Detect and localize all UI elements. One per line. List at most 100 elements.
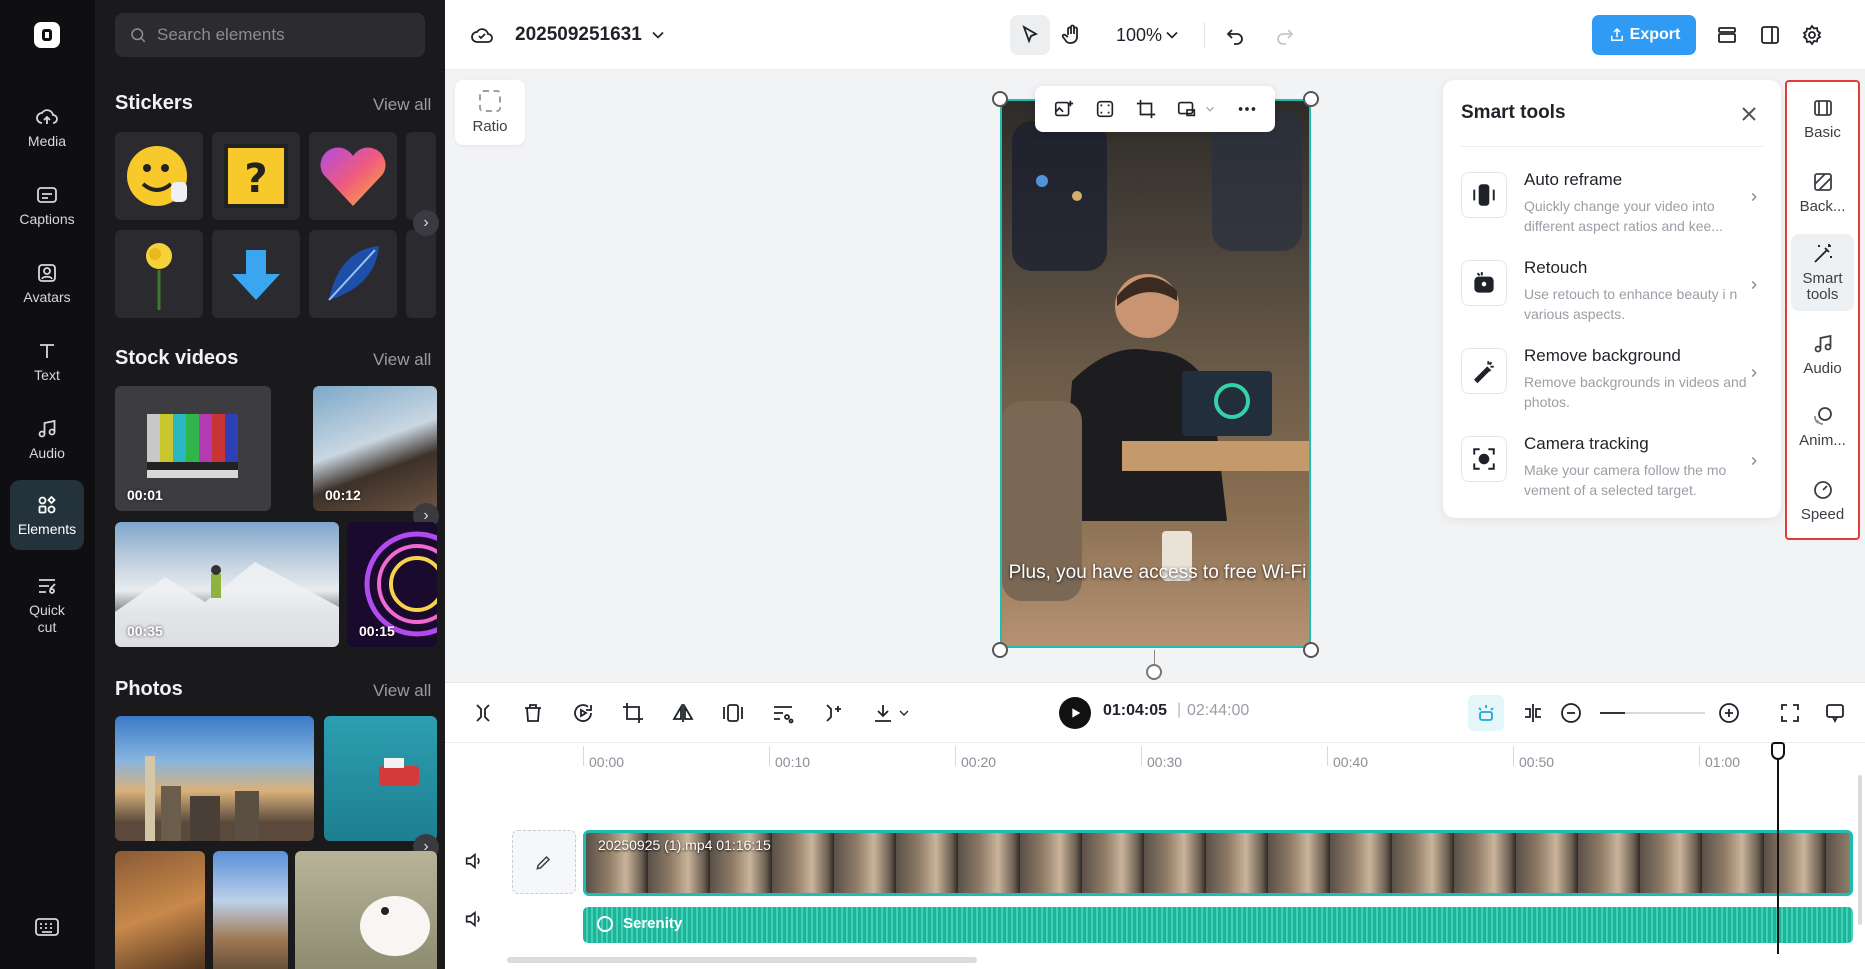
fit-button[interactable] [721,701,745,725]
stickers-next-button[interactable]: › [413,210,439,236]
keyboard-icon[interactable] [34,916,60,938]
sticker-flower[interactable] [115,230,203,318]
trim-button[interactable] [821,701,845,725]
frame-icon[interactable] [1094,98,1116,120]
ruler-label: 00:50 [1519,754,1555,770]
smart-tool-remove-background[interactable]: Remove background Remove backgrounds in … [1461,336,1763,416]
photos-view-all-link[interactable]: View all [373,681,431,701]
search-box[interactable] [115,13,425,57]
close-icon[interactable] [1737,102,1761,126]
photo-tile[interactable] [213,851,288,969]
replay-button[interactable] [571,701,595,725]
chevron-down-icon[interactable] [1203,102,1217,116]
nav-item-audio[interactable]: Audio [10,404,84,474]
playhead[interactable] [1777,744,1779,954]
nav-item-text[interactable]: Text [10,326,84,396]
project-menu-button[interactable] [648,25,668,45]
rail-item-speed[interactable]: Speed [1791,478,1854,523]
smart-tool-retouch[interactable]: Retouch Use retouch to enhance beauty i … [1461,248,1763,328]
rail-item-background[interactable]: Back... [1791,170,1854,215]
playhead-handle[interactable] [1771,742,1785,760]
stack-button[interactable] [1715,23,1739,47]
cover-edit-button[interactable] [512,830,576,894]
stickers-view-all-link[interactable]: View all [373,95,431,115]
nav-item-captions[interactable]: Captions [10,170,84,240]
resize-handle-top-right[interactable] [1303,91,1319,107]
audio-clip[interactable]: Serenity [583,907,1853,943]
video-preview[interactable]: Plus, you have access to free Wi-Fi [1000,99,1311,648]
photo-tile[interactable] [295,851,437,969]
rail-item-audio[interactable]: Audio [1791,332,1854,377]
sticker-heart[interactable] [309,132,397,220]
rail-item-smart-tools[interactable]: Smart tools [1791,234,1854,311]
rail-label: Basic [1804,124,1841,141]
app-logo[interactable] [34,22,60,48]
resize-handle-top-left[interactable] [992,91,1008,107]
zoom-slider[interactable] [1600,712,1705,714]
audio-track-volume-icon[interactable] [463,908,485,930]
smart-tool-camera-tracking[interactable]: Camera tracking Make your camera follow … [1461,424,1763,504]
remove-silence-button[interactable] [771,701,795,725]
crop-icon[interactable] [1135,98,1157,120]
photo-tile[interactable] [324,716,437,841]
redo-button[interactable] [1273,23,1297,47]
photo-tile[interactable] [115,851,205,969]
video-clip[interactable]: 20250925 (1).mp4 01:16:15 [583,830,1853,896]
ratio-button[interactable]: Ratio [455,80,525,145]
link-button[interactable] [1521,701,1545,725]
replace-media-icon[interactable] [1176,98,1198,120]
stock-video-tile[interactable]: 00:15 [347,522,437,647]
sticker-partial[interactable] [406,230,436,318]
project-name[interactable]: 202509251631 [515,24,642,46]
sticker-partial[interactable] [406,132,436,220]
nav-item-quick-cut[interactable]: Quick cut [10,565,84,645]
cloud-sync-button[interactable] [470,23,494,47]
select-tool-button[interactable] [1010,15,1050,55]
sticker-smiley[interactable] [115,132,203,220]
hand-tool-button[interactable] [1060,23,1084,47]
feedback-button[interactable] [1823,701,1847,725]
resize-handle-bottom-right[interactable] [1303,642,1319,658]
nav-item-avatars[interactable]: Avatars [10,248,84,318]
resize-handle-bottom-left[interactable] [992,642,1008,658]
delete-button[interactable] [521,701,545,725]
rail-item-animation[interactable]: Anim... [1791,404,1854,449]
zoom-level[interactable]: 100% [1116,25,1162,46]
split-button[interactable] [471,701,495,725]
undo-button[interactable] [1223,23,1247,47]
download-dropdown[interactable] [896,705,912,721]
crop-button[interactable] [621,701,645,725]
stock-video-tile[interactable]: 00:12 [313,386,437,511]
stock-videos-view-all-link[interactable]: View all [373,350,431,370]
nav-item-media[interactable]: Media [10,92,84,162]
more-icon[interactable] [1236,98,1258,120]
flip-button[interactable] [671,701,695,725]
sticker-arrow-down[interactable] [212,230,300,318]
stock-video-tile[interactable]: 00:01 [115,386,271,511]
zoom-out-button[interactable] [1559,701,1583,725]
photo-tile[interactable] [115,716,314,841]
play-button[interactable] [1059,697,1091,729]
export-button[interactable]: Export [1592,15,1696,55]
download-button[interactable] [871,701,895,725]
sticker-question-block[interactable]: ? [212,132,300,220]
rail-item-basic[interactable]: Basic [1791,96,1854,141]
rotate-handle[interactable] [1146,664,1162,680]
smart-tool-auto-reframe[interactable]: Auto reframe Quickly change your video i… [1461,160,1763,240]
video-track-volume-icon[interactable] [463,850,485,872]
search-input[interactable] [157,25,397,45]
replace-image-icon[interactable] [1053,98,1075,120]
timeline-vertical-scrollbar[interactable] [1858,775,1862,925]
video-caption[interactable]: Plus, you have access to free Wi-Fi [1002,563,1309,583]
zoom-in-button[interactable] [1717,701,1741,725]
nav-item-elements[interactable]: Elements [10,480,84,550]
stock-videos-title: Stock videos [115,347,239,369]
layout-button[interactable] [1758,23,1782,47]
fullscreen-button[interactable] [1778,701,1802,725]
timeline-horizontal-scrollbar[interactable] [507,957,977,963]
settings-button[interactable] [1800,23,1824,47]
sticker-leaf[interactable] [309,230,397,318]
stock-video-tile[interactable]: 00:35 [115,522,339,647]
zoom-dropdown-button[interactable] [1162,25,1182,45]
auto-snap-button[interactable] [1468,695,1504,731]
